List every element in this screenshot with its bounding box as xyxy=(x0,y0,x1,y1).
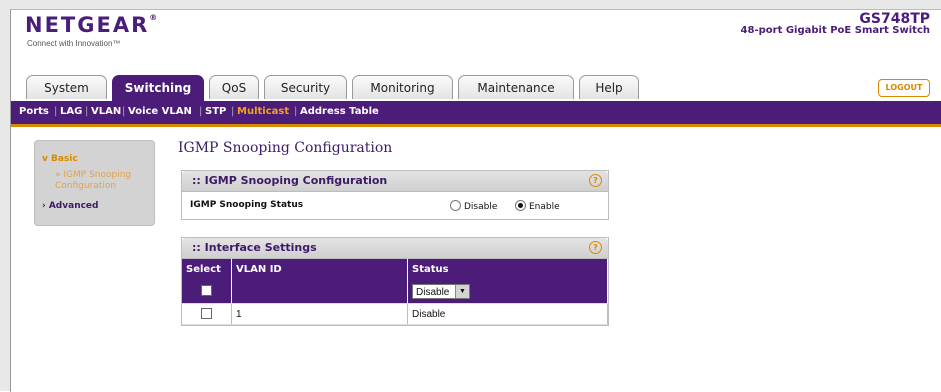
radio-enable[interactable]: Enable xyxy=(515,200,560,212)
select-all-checkbox[interactable] xyxy=(200,285,212,297)
row-select-cell xyxy=(182,303,232,325)
panel-title: :: IGMP Snooping Configuration xyxy=(192,174,388,187)
help-icon[interactable]: ? xyxy=(589,241,602,254)
help-icon[interactable]: ? xyxy=(589,174,602,187)
edit-vlan-cell xyxy=(231,279,408,304)
subnav-vlan[interactable]: VLAN xyxy=(91,106,121,117)
separator: | xyxy=(85,106,89,117)
panel-header: :: IGMP Snooping Configuration ? xyxy=(182,171,608,192)
status-select[interactable]: Disable ▼ xyxy=(412,283,470,299)
dropdown-arrow-icon: ▼ xyxy=(455,284,469,298)
chevron-right-icon: › xyxy=(42,201,49,211)
edit-status-cell: Disable ▼ xyxy=(407,279,608,304)
sidebar-basic[interactable]: v Basic xyxy=(42,154,78,164)
table-edit-row: Disable ▼ xyxy=(182,279,608,304)
tagline: Connect with Innovation™ xyxy=(27,39,121,48)
subnav-ports[interactable]: Ports xyxy=(19,106,49,117)
subnav-address-table[interactable]: Address Table xyxy=(300,106,379,117)
tab-switching[interactable]: Switching xyxy=(112,75,204,101)
logout-button[interactable]: LOGOUT xyxy=(878,79,930,97)
interface-settings-panel: :: Interface Settings ? Select VLAN ID S… xyxy=(181,237,609,326)
subnav-voice-vlan[interactable]: Voice VLAN xyxy=(128,106,192,117)
tab-maintenance[interactable]: Maintenance xyxy=(458,75,574,99)
separator: | xyxy=(294,106,298,117)
sidebar-advanced[interactable]: › Advanced xyxy=(42,201,98,211)
tab-monitoring[interactable]: Monitoring xyxy=(352,75,453,99)
subnav-lag[interactable]: LAG xyxy=(60,106,82,117)
vlan-id-cell: 1 xyxy=(231,303,408,325)
column-select: Select xyxy=(182,259,232,279)
row-checkbox[interactable] xyxy=(200,308,212,320)
page-title: IGMP Snooping Configuration xyxy=(178,140,393,156)
subnav-multicast[interactable]: Multicast xyxy=(237,106,289,117)
tab-security[interactable]: Security xyxy=(264,75,347,99)
tab-help[interactable]: Help xyxy=(579,75,639,99)
tab-system[interactable]: System xyxy=(26,75,107,99)
separator: | xyxy=(54,106,58,117)
status-cell: Disable xyxy=(407,303,608,325)
radio-disable[interactable]: Disable xyxy=(450,200,497,212)
window-frame: NETGEAR® Connect with Innovation™ GS748T… xyxy=(0,0,941,392)
sidebar: v Basic » IGMP Snooping Configuration › … xyxy=(34,140,155,226)
table-row: 1 Disable xyxy=(182,303,608,325)
radio-selected-icon xyxy=(515,200,526,211)
separator: | xyxy=(122,106,126,117)
panel-title: :: Interface Settings xyxy=(192,241,317,254)
radio-unselected-icon xyxy=(450,200,461,211)
netgear-logo: NETGEAR® xyxy=(25,13,158,37)
column-status: Status xyxy=(407,259,608,279)
table-header-row: Select VLAN ID Status xyxy=(182,259,608,279)
tab-qos[interactable]: QoS xyxy=(209,75,259,99)
model-description: 48-port Gigabit PoE Smart Switch xyxy=(740,25,930,36)
select-all-cell xyxy=(182,279,232,304)
subnav-stp[interactable]: STP xyxy=(205,106,226,117)
sidebar-item-igmp-snooping[interactable]: » IGMP Snooping Configuration xyxy=(55,170,155,192)
igmp-config-panel: :: IGMP Snooping Configuration ? IGMP Sn… xyxy=(181,170,609,220)
column-vlan-id: VLAN ID xyxy=(231,259,408,279)
chevron-down-icon: v xyxy=(42,154,51,164)
page-body: NETGEAR® Connect with Innovation™ GS748T… xyxy=(10,9,941,392)
panel-header: :: Interface Settings ? xyxy=(182,238,608,259)
separator: | xyxy=(199,106,203,117)
separator: | xyxy=(231,106,235,117)
igmp-status-label: IGMP Snooping Status xyxy=(190,200,304,210)
interface-table: Select VLAN ID Status Disable ▼ 1 Disable xyxy=(182,259,608,325)
sub-navigation: Ports | LAG | VLAN | Voice VLAN | STP | … xyxy=(11,101,941,127)
